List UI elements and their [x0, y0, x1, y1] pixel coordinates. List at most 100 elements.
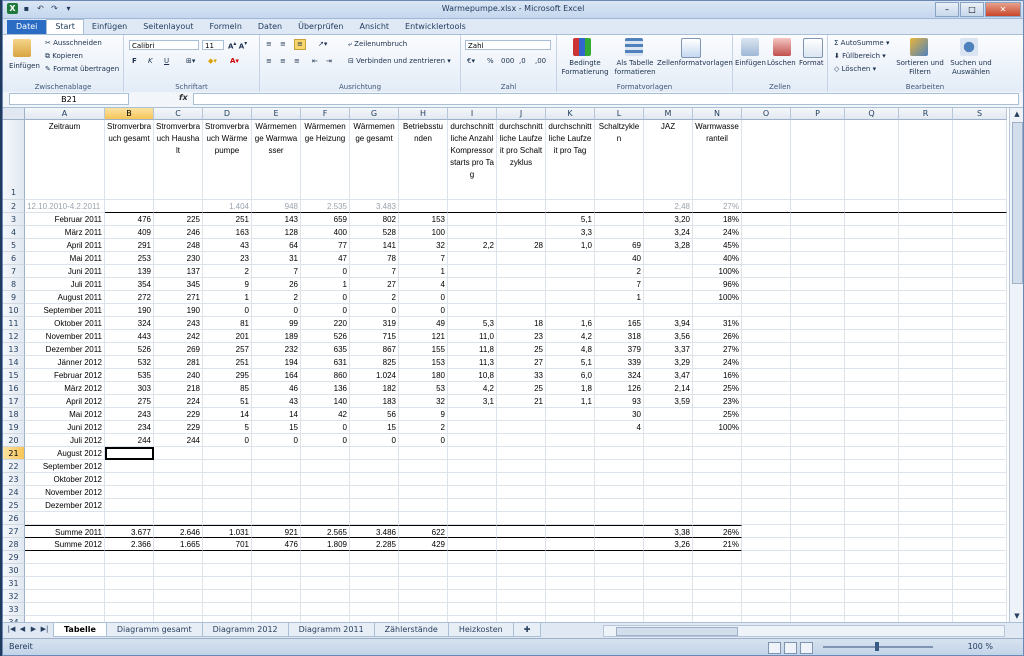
cell-styles-icon[interactable] — [681, 38, 701, 58]
cell-G[interactable] — [350, 590, 399, 603]
sort-filter-button[interactable]: Sortieren und Filtern — [892, 59, 948, 77]
cell-G[interactable]: 0 — [350, 304, 399, 317]
cell-F[interactable]: 659 — [301, 213, 350, 226]
cell-S[interactable] — [953, 590, 1007, 603]
cell-J[interactable] — [497, 577, 546, 590]
cell-I[interactable]: 11,8 — [448, 343, 497, 356]
cell-Q[interactable] — [845, 525, 899, 538]
cell-R[interactable] — [899, 525, 953, 538]
row-header-15[interactable]: 15 — [3, 369, 25, 382]
zoom-level[interactable]: 100 % — [968, 642, 993, 651]
cell-N[interactable]: 26% — [693, 525, 742, 538]
cell-H[interactable] — [399, 486, 448, 499]
cell-P[interactable] — [791, 551, 845, 564]
cell-S[interactable] — [953, 369, 1007, 382]
cell-N[interactable]: 27% — [693, 200, 742, 213]
cell-K[interactable]: 5,1 — [546, 356, 595, 369]
cell-A[interactable]: April 2011 — [25, 239, 105, 252]
decrease-indent-icon[interactable]: ⇤ — [312, 57, 318, 66]
cell-L[interactable] — [595, 499, 644, 512]
font-size-select[interactable]: 11 — [202, 40, 224, 50]
cell-G[interactable] — [350, 460, 399, 473]
cell-C[interactable]: 246 — [154, 226, 203, 239]
cell-M[interactable]: 3,26 — [644, 538, 693, 551]
cell-M[interactable] — [644, 499, 693, 512]
clear-button[interactable]: ◇ Löschen ▾ — [834, 65, 876, 74]
cell-Q[interactable] — [845, 120, 899, 200]
row-header-10[interactable]: 10 — [3, 304, 25, 317]
cell-J[interactable] — [497, 525, 546, 538]
cell-K[interactable]: 4,8 — [546, 343, 595, 356]
fill-color-icon[interactable]: ◆▾ — [208, 57, 217, 66]
last-sheet-icon[interactable]: ▶| — [40, 625, 49, 633]
cell-D[interactable] — [203, 460, 252, 473]
row-header-17[interactable]: 17 — [3, 395, 25, 408]
cut-button[interactable]: ✂ Ausschneiden — [45, 39, 102, 48]
cell-E[interactable]: 46 — [252, 382, 301, 395]
cell-Q[interactable] — [845, 564, 899, 577]
cell-N[interactable] — [693, 473, 742, 486]
cell-M[interactable]: 2,14 — [644, 382, 693, 395]
cell-G[interactable]: 2 — [350, 291, 399, 304]
cell-C[interactable] — [154, 447, 203, 460]
column-header-L[interactable]: L — [595, 108, 644, 120]
sheet-tab-5[interactable]: Heizkosten — [447, 623, 514, 637]
cell-R[interactable] — [899, 538, 953, 551]
cell-N[interactable] — [693, 447, 742, 460]
cell-F[interactable] — [301, 473, 350, 486]
cell-D[interactable]: Stromverbrauch Wärmepumpe — [203, 120, 252, 200]
vertical-scroll-thumb[interactable] — [1012, 122, 1023, 284]
cell-G[interactable] — [350, 486, 399, 499]
cell-K[interactable] — [546, 252, 595, 265]
cell-O[interactable] — [742, 278, 791, 291]
cell-K[interactable]: 3,3 — [546, 226, 595, 239]
cell-I[interactable] — [448, 460, 497, 473]
active-cell-B21[interactable] — [105, 447, 154, 460]
cell-D[interactable]: 257 — [203, 343, 252, 356]
cell-K[interactable] — [546, 564, 595, 577]
ribbon-tab-8[interactable]: Entwicklertools — [397, 20, 474, 34]
cell-S[interactable] — [953, 278, 1007, 291]
cell-P[interactable] — [791, 434, 845, 447]
cell-P[interactable] — [791, 486, 845, 499]
cell-Q[interactable] — [845, 200, 899, 213]
cell-H[interactable]: 9 — [399, 408, 448, 421]
cell-A[interactable]: Juni 2012 — [25, 421, 105, 434]
cell-K[interactable] — [546, 551, 595, 564]
cell-A[interactable]: August 2011 — [25, 291, 105, 304]
cell-I[interactable] — [448, 603, 497, 616]
cell-M[interactable] — [644, 551, 693, 564]
cell-E[interactable]: 143 — [252, 213, 301, 226]
cell-E[interactable]: Wärmemenge Warmwasser — [252, 120, 301, 200]
cell-S[interactable] — [953, 330, 1007, 343]
cell-L[interactable] — [595, 525, 644, 538]
cell-N[interactable] — [693, 512, 742, 525]
cell-R[interactable] — [899, 564, 953, 577]
cell-C[interactable] — [154, 499, 203, 512]
increase-decimal-icon[interactable]: ,0 — [519, 57, 526, 66]
cell-R[interactable] — [899, 512, 953, 525]
cell-D[interactable] — [203, 551, 252, 564]
cell-H[interactable]: 100 — [399, 226, 448, 239]
cell-C[interactable] — [154, 473, 203, 486]
cell-P[interactable] — [791, 603, 845, 616]
column-header-S[interactable]: S — [953, 108, 1007, 120]
cell-P[interactable] — [791, 447, 845, 460]
cell-D[interactable]: 0 — [203, 304, 252, 317]
row-header-33[interactable]: 33 — [3, 603, 25, 616]
cell-F[interactable]: 400 — [301, 226, 350, 239]
cell-B[interactable] — [105, 460, 154, 473]
cell-E[interactable]: 232 — [252, 343, 301, 356]
cell-H[interactable]: 49 — [399, 317, 448, 330]
cell-O[interactable] — [742, 408, 791, 421]
cell-K[interactable] — [546, 434, 595, 447]
cell-E[interactable]: 14 — [252, 408, 301, 421]
next-sheet-icon[interactable]: ▶ — [29, 625, 38, 633]
cell-D[interactable]: 2 — [203, 265, 252, 278]
row-header-18[interactable]: 18 — [3, 408, 25, 421]
cell-D[interactable]: 163 — [203, 226, 252, 239]
cell-F[interactable]: 860 — [301, 369, 350, 382]
cell-N[interactable]: 31% — [693, 317, 742, 330]
cell-D[interactable]: 9 — [203, 278, 252, 291]
ribbon-tab-5[interactable]: Daten — [250, 20, 290, 34]
